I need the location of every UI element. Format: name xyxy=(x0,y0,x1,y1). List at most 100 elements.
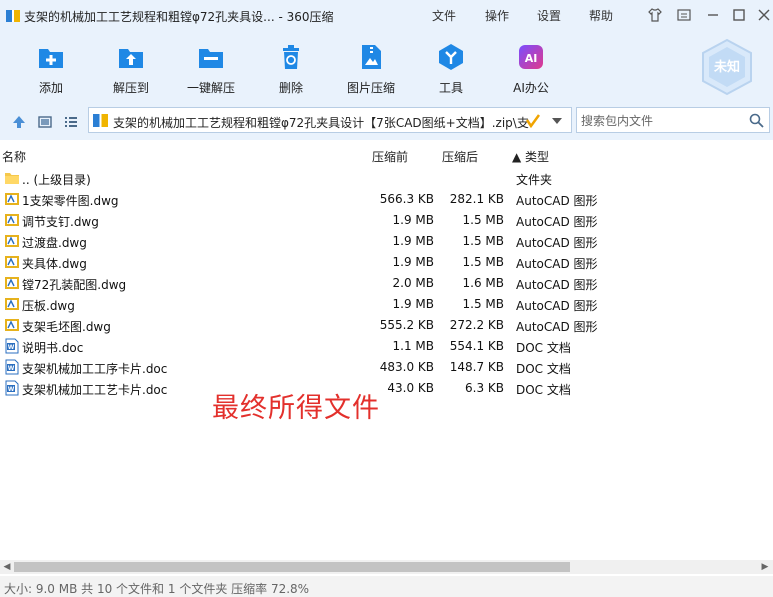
chevron-down-icon[interactable] xyxy=(551,116,563,126)
file-type: AutoCAD 图形 xyxy=(516,194,598,208)
search-icon[interactable] xyxy=(749,113,764,128)
one-click-extract-label: 一键解压 xyxy=(186,81,235,95)
file-original-size: 1.1 MB xyxy=(392,339,434,353)
list-view-icon[interactable] xyxy=(63,114,79,130)
file-compressed-size: 554.1 KB xyxy=(449,339,504,353)
column-header-row: 名称 压缩前 压缩后 ▲ 类型 xyxy=(0,143,773,167)
doc-file-icon: W xyxy=(5,338,19,354)
svg-text:W: W xyxy=(8,386,15,393)
dwg-file-icon xyxy=(5,277,19,289)
menu-help[interactable]: 帮助 xyxy=(589,7,613,24)
dwg-file-icon xyxy=(5,256,19,268)
membership-badge[interactable]: 未知 xyxy=(700,38,754,96)
minimize-icon[interactable] xyxy=(706,8,720,22)
file-original-size: 1.9 MB xyxy=(392,255,434,269)
file-name: .. (上级目录) xyxy=(22,173,91,187)
file-compressed-size: 282.1 KB xyxy=(449,192,504,206)
file-compressed-size: 1.5 MB xyxy=(462,213,504,227)
archive-icon xyxy=(93,114,108,127)
file-row[interactable]: 镗72孔装配图.dwg 2.0 MB 1.6 MB AutoCAD 图形 xyxy=(0,273,640,294)
ai-office-button[interactable]: AI AI办公 xyxy=(495,42,567,95)
feedback-icon[interactable] xyxy=(677,8,691,22)
image-compress-icon xyxy=(362,45,381,69)
doc-file-icon: W xyxy=(5,359,19,375)
file-type: AutoCAD 图形 xyxy=(516,257,598,271)
file-original-size: 555.2 KB xyxy=(379,318,434,332)
file-type: DOC 文档 xyxy=(516,362,571,376)
extract-to-icon xyxy=(119,49,143,68)
file-row[interactable]: 压板.dwg 1.9 MB 1.5 MB AutoCAD 图形 xyxy=(0,294,640,315)
image-compress-button[interactable]: 图片压缩 xyxy=(335,42,407,95)
file-type: AutoCAD 图形 xyxy=(516,236,598,250)
file-row[interactable]: 过渡盘.dwg 1.9 MB 1.5 MB AutoCAD 图形 xyxy=(0,231,640,252)
maximize-icon[interactable] xyxy=(732,8,746,22)
horizontal-scrollbar[interactable]: ◀ ▶ xyxy=(0,560,773,574)
add-label: 添加 xyxy=(38,81,63,95)
file-original-size: 1.9 MB xyxy=(392,213,434,227)
add-button[interactable]: 添加 xyxy=(15,42,87,95)
address-bar[interactable]: 支架的机械加工工艺规程和粗镗φ72孔夹具设计【7张CAD图纸+文档】.zip\支 xyxy=(88,107,572,133)
title-bar: 支架的机械加工工艺规程和粗镗φ72孔夹具设... - 360压缩 文件 操作 设… xyxy=(0,0,773,32)
extract-to-button[interactable]: 解压到 xyxy=(95,42,167,95)
one-click-extract-icon xyxy=(199,49,223,68)
scrollbar-thumb[interactable] xyxy=(14,562,570,572)
app-logo-icon xyxy=(6,10,20,22)
file-type: AutoCAD 图形 xyxy=(516,299,598,313)
tools-icon xyxy=(439,44,463,70)
search-box[interactable] xyxy=(576,107,770,133)
file-compressed-size: 148.7 KB xyxy=(449,360,504,374)
file-row[interactable]: 1支架零件图.dwg 566.3 KB 282.1 KB AutoCAD 图形 xyxy=(0,189,640,210)
file-original-size: 566.3 KB xyxy=(379,192,434,206)
delete-label: 删除 xyxy=(278,81,303,95)
thumbnail-view-icon[interactable] xyxy=(37,114,53,130)
dwg-file-icon xyxy=(5,193,19,205)
menu-file[interactable]: 文件 xyxy=(432,7,456,24)
column-name[interactable]: 名称 xyxy=(2,148,26,165)
badge-text: 未知 xyxy=(713,59,740,75)
annotation-overlay-text: 最终所得文件 xyxy=(212,393,380,424)
close-icon[interactable] xyxy=(757,8,771,22)
folder-icon xyxy=(5,173,19,184)
menu-operation[interactable]: 操作 xyxy=(485,7,509,24)
scroll-left-icon[interactable]: ◀ xyxy=(2,562,12,572)
window-title: 支架的机械加工工艺规程和粗镗φ72孔夹具设... - 360压缩 xyxy=(24,10,334,24)
column-original-size[interactable]: 压缩前 xyxy=(372,148,408,165)
file-type: DOC 文档 xyxy=(516,341,571,355)
file-type: AutoCAD 图形 xyxy=(516,320,598,334)
status-text: 大小: 9.0 MB 共 10 个文件和 1 个文件夹 压缩率 72.8% xyxy=(4,582,310,596)
up-arrow-icon[interactable] xyxy=(11,114,27,130)
file-row[interactable]: 夹具体.dwg 1.9 MB 1.5 MB AutoCAD 图形 xyxy=(0,252,640,273)
ai-office-label: AI办公 xyxy=(513,81,549,95)
file-compressed-size: 6.3 KB xyxy=(465,381,504,395)
extract-to-label: 解压到 xyxy=(112,81,149,95)
dwg-file-icon xyxy=(5,319,19,331)
search-input[interactable] xyxy=(579,111,743,131)
ai-office-icon: AI xyxy=(519,45,543,69)
favorite-check-icon[interactable] xyxy=(525,113,541,129)
scroll-right-icon[interactable]: ▶ xyxy=(760,562,770,572)
svg-text:AI: AI xyxy=(525,52,538,65)
file-row[interactable]: 调节支钉.dwg 1.9 MB 1.5 MB AutoCAD 图形 xyxy=(0,210,640,231)
column-type[interactable]: ▲ 类型 xyxy=(512,148,549,165)
file-row[interactable]: W 说明书.doc 1.1 MB 554.1 KB DOC 文档 xyxy=(0,336,640,357)
file-row-parent[interactable]: .. (上级目录) 文件夹 xyxy=(0,168,640,189)
file-row[interactable]: 支架毛坯图.dwg 555.2 KB 272.2 KB AutoCAD 图形 xyxy=(0,315,640,336)
skin-shirt-icon[interactable] xyxy=(648,8,662,22)
tools-button[interactable]: 工具 xyxy=(415,42,487,95)
svg-text:W: W xyxy=(8,344,15,351)
column-compressed-size[interactable]: 压缩后 xyxy=(442,148,478,165)
status-bar: 大小: 9.0 MB 共 10 个文件和 1 个文件夹 压缩率 72.8% xyxy=(0,576,773,597)
doc-file-icon: W xyxy=(5,380,19,396)
file-row[interactable]: W 支架机械加工工序卡片.doc 483.0 KB 148.7 KB DOC 文… xyxy=(0,357,640,378)
menu-settings[interactable]: 设置 xyxy=(537,7,561,24)
one-click-extract-button[interactable]: 一键解压 xyxy=(175,42,247,95)
delete-button[interactable]: 删除 xyxy=(255,42,327,95)
file-name: 支架机械加工工艺卡片.doc xyxy=(22,383,168,397)
file-original-size: 483.0 KB xyxy=(379,360,434,374)
file-type: DOC 文档 xyxy=(516,383,571,397)
dwg-file-icon xyxy=(5,214,19,226)
address-path: 支架的机械加工工艺规程和粗镗φ72孔夹具设计【7张CAD图纸+文档】.zip\支 xyxy=(113,116,529,130)
file-name: 过渡盘.dwg xyxy=(22,236,87,250)
file-name: 说明书.doc xyxy=(22,341,84,355)
file-compressed-size: 1.5 MB xyxy=(462,255,504,269)
